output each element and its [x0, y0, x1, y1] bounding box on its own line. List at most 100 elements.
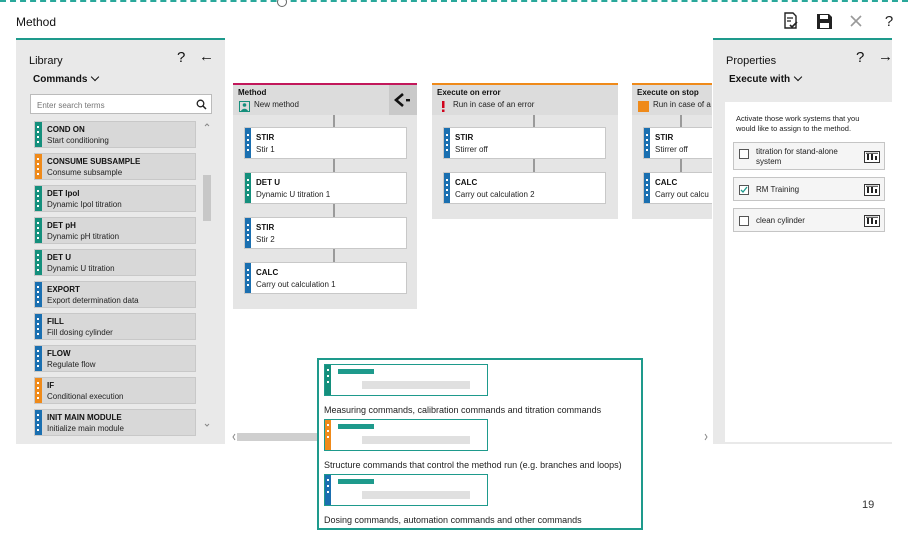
command-description: Dynamic Ipol titration: [47, 200, 122, 209]
title-bar: Method ?: [0, 4, 908, 36]
library-item-det-u[interactable]: DET U Dynamic U titration: [34, 249, 196, 276]
library-item-export[interactable]: EXPORT Export determination data: [34, 281, 196, 308]
collapse-right-arrow-icon[interactable]: →: [878, 48, 893, 65]
command-description: Stir 2: [256, 235, 275, 244]
drag-handle-icon: [646, 179, 648, 199]
drag-handle-icon: [247, 269, 249, 289]
track-method: Method New method STIR Stir 1 DET U Dynamic U…: [233, 83, 417, 309]
legend-text: Measuring commands, calibration commands…: [324, 405, 602, 415]
instrument-icon[interactable]: [864, 184, 880, 196]
collapse-method-icon[interactable]: [389, 85, 417, 115]
command-name: CALC: [655, 178, 678, 187]
properties-title: Properties: [726, 55, 777, 67]
command-description: Start conditioning: [47, 136, 109, 145]
command-description: Consume subsample: [47, 168, 123, 177]
library-help-icon[interactable]: ?: [177, 49, 185, 66]
drag-handle-icon: [37, 190, 40, 210]
legend-sample-card: [324, 364, 488, 396]
top-guide-line: [0, 0, 908, 2]
drag-handle-icon: [446, 179, 448, 199]
command-description: Stir 1: [256, 145, 275, 154]
command-calc-2[interactable]: CALC Carry out calculation 2: [443, 172, 606, 204]
command-stir-1[interactable]: STIR Stir 1: [244, 127, 407, 159]
library-item-consume-subsample[interactable]: CONSUME SUBSAMPLE Consume subsample: [34, 153, 196, 180]
command-description: Dynamic U titration: [47, 264, 115, 273]
drag-handle-icon: [37, 254, 40, 274]
legend-sample-title: [338, 424, 374, 429]
command-name: CALC: [455, 178, 478, 187]
app-title: Method: [16, 15, 57, 29]
execute-with-dropdown[interactable]: Execute with: [729, 72, 803, 85]
close-icon[interactable]: [845, 10, 867, 32]
drag-handle-icon: [37, 350, 40, 370]
command-calc-4[interactable]: CALC Carry out calculation 1: [244, 262, 407, 294]
library-item-det-ph[interactable]: DET pH Dynamic pH titration: [34, 217, 196, 244]
properties-description: Activate those work systems that you wou…: [736, 114, 860, 133]
help-icon[interactable]: ?: [878, 10, 900, 32]
command-name: DET pH: [47, 221, 76, 230]
work-system-clean-cylinder[interactable]: clean cylinder: [733, 208, 885, 232]
command-name: STIR: [655, 133, 674, 142]
track-header: Execute on stop Run in case of a: [632, 85, 712, 115]
work-system-label: titration for stand-alone system: [756, 147, 838, 166]
collapse-left-arrow-icon[interactable]: ←: [199, 48, 214, 65]
check-list-icon[interactable]: [780, 10, 802, 32]
command-stir-1[interactable]: STIR Stirrer off: [443, 127, 606, 159]
method-icon: [239, 99, 250, 112]
legend-sample-title: [338, 369, 374, 374]
command-description: Fill dosing cylinder: [47, 328, 113, 337]
library-item-fill[interactable]: FILL Fill dosing cylinder: [34, 313, 196, 340]
library-item-flow[interactable]: FLOW Regulate flow: [34, 345, 196, 372]
command-name: STIR: [256, 223, 275, 232]
work-system-titration-for-stand-alone-system[interactable]: titration for stand-alone system: [733, 142, 885, 170]
command-name: EXPORT: [47, 285, 80, 294]
command-calc-2[interactable]: CALC Carry out calcu: [643, 172, 712, 204]
library-item-init-main-module[interactable]: INIT MAIN MODULE Initialize main module: [34, 409, 196, 436]
legend-sample-description: [362, 491, 470, 499]
commands-dropdown[interactable]: Commands: [33, 72, 100, 85]
chevron-down-icon: [91, 72, 100, 82]
library-scrollbar[interactable]: [202, 121, 212, 431]
library-item-cond-on[interactable]: COND ON Start conditioning: [34, 121, 196, 148]
save-icon[interactable]: [813, 10, 835, 32]
search-input[interactable]: [35, 96, 189, 115]
command-description: Carry out calcu: [655, 190, 709, 199]
library-item-det-ipol[interactable]: DET Ipol Dynamic Ipol titration: [34, 185, 196, 212]
work-system-rm-training[interactable]: RM Training: [733, 177, 885, 201]
command-det-u-2[interactable]: DET U Dynamic U titration 1: [244, 172, 407, 204]
checkbox-unchecked[interactable]: [739, 216, 749, 226]
drag-handle-icon: [37, 382, 40, 402]
library-item-if[interactable]: IF Conditional execution: [34, 377, 196, 404]
stop-icon: [638, 99, 649, 112]
command-description: Stirrer off: [655, 145, 688, 154]
drag-handle-icon: [247, 134, 249, 154]
legend-sample-title: [338, 479, 374, 484]
track-subtitle: Run in case of a: [653, 100, 711, 109]
legend-sample-card: [324, 474, 488, 506]
command-stir-1[interactable]: STIR Stirrer off: [643, 127, 712, 159]
legend-sample-description: [362, 381, 470, 389]
page-number: 19: [862, 499, 875, 511]
checkbox-checked[interactable]: [739, 185, 749, 195]
canvas-scroll-thumb[interactable]: [237, 433, 317, 441]
track-subtitle: Run in case of an error: [453, 100, 535, 109]
search-icon[interactable]: [196, 97, 207, 115]
search-box[interactable]: [30, 94, 212, 115]
checkbox-unchecked[interactable]: [739, 149, 749, 159]
command-description: Stirrer off: [455, 145, 488, 154]
command-stir-3[interactable]: STIR Stir 2: [244, 217, 407, 249]
command-name: STIR: [455, 133, 474, 142]
drag-handle-icon: [37, 414, 40, 434]
legend-sample-description: [362, 436, 470, 444]
library-scroll-thumb[interactable]: [203, 175, 211, 221]
properties-help-icon[interactable]: ?: [856, 49, 864, 66]
command-color-legend: Measuring commands, calibration commands…: [317, 358, 643, 530]
track-title: Execute on error: [437, 88, 501, 97]
drag-handle-icon: [37, 158, 40, 178]
instrument-icon[interactable]: [864, 151, 880, 163]
command-name: CONSUME SUBSAMPLE: [47, 157, 141, 166]
track-header: Execute on error Run in case of an error: [432, 85, 618, 115]
drag-handle-icon: [37, 318, 40, 338]
command-name: INIT MAIN MODULE: [47, 413, 122, 422]
instrument-icon[interactable]: [864, 215, 880, 227]
